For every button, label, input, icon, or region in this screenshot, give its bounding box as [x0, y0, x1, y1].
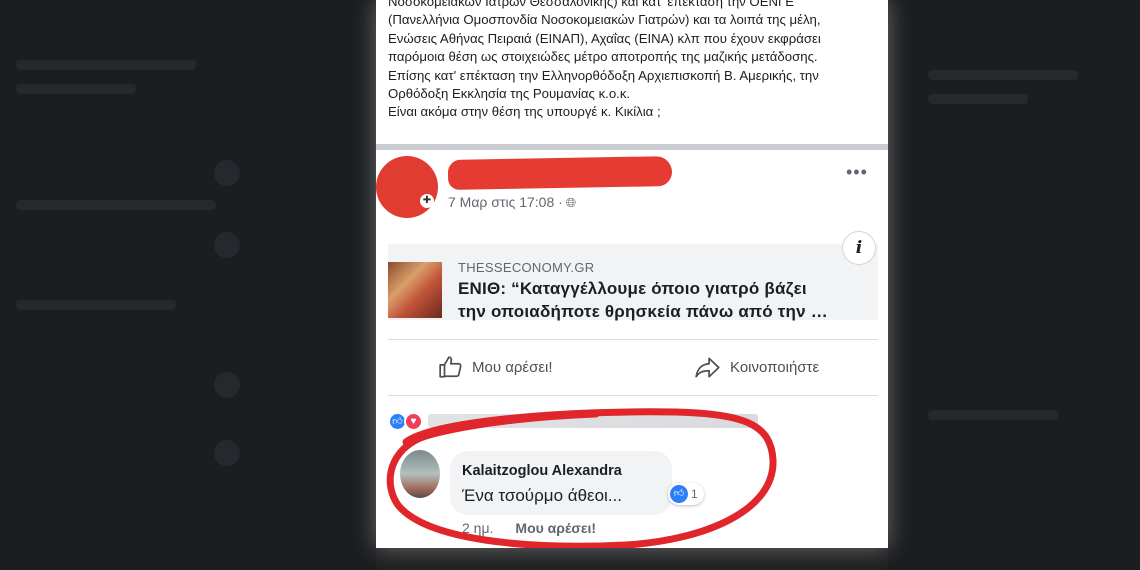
link-title-line: την οποιαδήποτε θρησκεία πάνω από την …: [458, 302, 828, 321]
comment-reaction-badge[interactable]: 👍︎ 1: [668, 483, 704, 505]
link-preview-card[interactable]: THESSECONOMY.GR ΕΝΙΘ: “Καταγγέλλουμε όπο…: [388, 244, 878, 323]
comment-meta: 2 ημ. Μου αρέσει!: [462, 520, 596, 536]
blurred-text: [16, 300, 176, 310]
thumbs-up-icon: [439, 356, 462, 378]
timestamp-text: 7 Μαρ στις 17:08 ·: [448, 194, 563, 210]
comment-like-link[interactable]: Μου αρέσει!: [515, 520, 596, 536]
blurred-avatar: [214, 440, 240, 466]
blurred-text: [928, 94, 1028, 104]
post-text-line: παρόμοια θέση ως στοιχειώδες μέτρο αποτρ…: [388, 49, 818, 65]
blurred-text: [16, 84, 136, 94]
link-thumbnail: [388, 262, 442, 318]
link-title: ΕΝΙΘ: “Καταγγέλλουμε όποιο γιατρό βάζει …: [458, 277, 878, 323]
thumbs-up-icon: 👍︎: [670, 485, 688, 503]
post-divider: [376, 144, 888, 150]
blurred-avatar: [214, 232, 240, 258]
dark-background-right: [888, 0, 1140, 570]
post-text-line: Είναι ακόμα στην θέση της υπουργέ κ. Κικ…: [388, 104, 661, 120]
blurred-text: [928, 70, 1078, 80]
post-body-text: Νοσοκομειακών Ιατρών Θεσσαλονίκης) και κ…: [388, 0, 878, 122]
like-label: Μου αρέσει!: [472, 358, 553, 376]
more-dots-icon[interactable]: •••: [846, 162, 868, 183]
facebook-post-screenshot: Νοσοκομειακών Ιατρών Θεσσαλονίκης) και κ…: [376, 0, 888, 548]
heart-icon: ♥: [404, 412, 423, 431]
blurred-avatar: [214, 160, 240, 186]
reactions-divider: [388, 395, 878, 396]
link-domain: THESSECONOMY.GR: [458, 260, 595, 275]
redacted-avatar[interactable]: [376, 156, 438, 218]
post-text-line: (Πανελλήνια Ομοσπονδία Νοσοκομειακών Για…: [388, 12, 821, 28]
actions-divider: [388, 339, 878, 340]
redacted-author-name[interactable]: [447, 156, 673, 190]
flag-badge-icon: ✚: [420, 194, 434, 208]
blurred-text: [928, 410, 1058, 420]
info-icon[interactable]: i: [842, 231, 876, 265]
blurred-text: [16, 60, 196, 70]
blurred-avatar: [214, 372, 240, 398]
post-text-line: Ενώσεις Αθήνας Πειραιά (ΕΙΝΑΠ), Αχαΐας (…: [388, 30, 821, 46]
comment-age[interactable]: 2 ημ.: [462, 520, 493, 536]
comment-like-count: 1: [691, 487, 698, 501]
share-label: Κοινοποιήστε: [730, 358, 820, 376]
comment-bubble: Kalaitzoglou Alexandra Ένα τσούρμο άθεοι…: [450, 451, 672, 515]
share-arrow-icon: [695, 357, 720, 378]
post-text-line: Επίσης κατ' επέκταση την Ελληνορθόδοξη Α…: [388, 67, 819, 83]
dark-background-left: [0, 0, 376, 570]
globe-icon: 🌐︎: [565, 195, 577, 210]
comment-author[interactable]: Kalaitzoglou Alexandra: [462, 463, 622, 479]
post-text-line: Ορθόδοξη Εκκλησία της Ρουμανίας κ.ο.κ.: [388, 86, 631, 102]
link-title-line: ΕΝΙΘ: “Καταγγέλλουμε όποιο γιατρό βάζει: [458, 279, 807, 298]
like-button[interactable]: Μου αρέσει!: [438, 352, 553, 382]
share-button[interactable]: Κοινοποιήστε: [694, 352, 819, 382]
blurred-text: [16, 200, 216, 210]
post-text-line: Νοσοκομειακών Ιατρών Θεσσαλονίκης) και κ…: [388, 0, 795, 9]
obscured-reaction-names: [428, 414, 758, 428]
comment-text: Ένα τσούρμο άθεοι...: [462, 486, 623, 505]
post-timestamp[interactable]: 7 Μαρ στις 17:08 · 🌐︎: [448, 194, 576, 211]
commenter-avatar[interactable]: [400, 450, 440, 498]
